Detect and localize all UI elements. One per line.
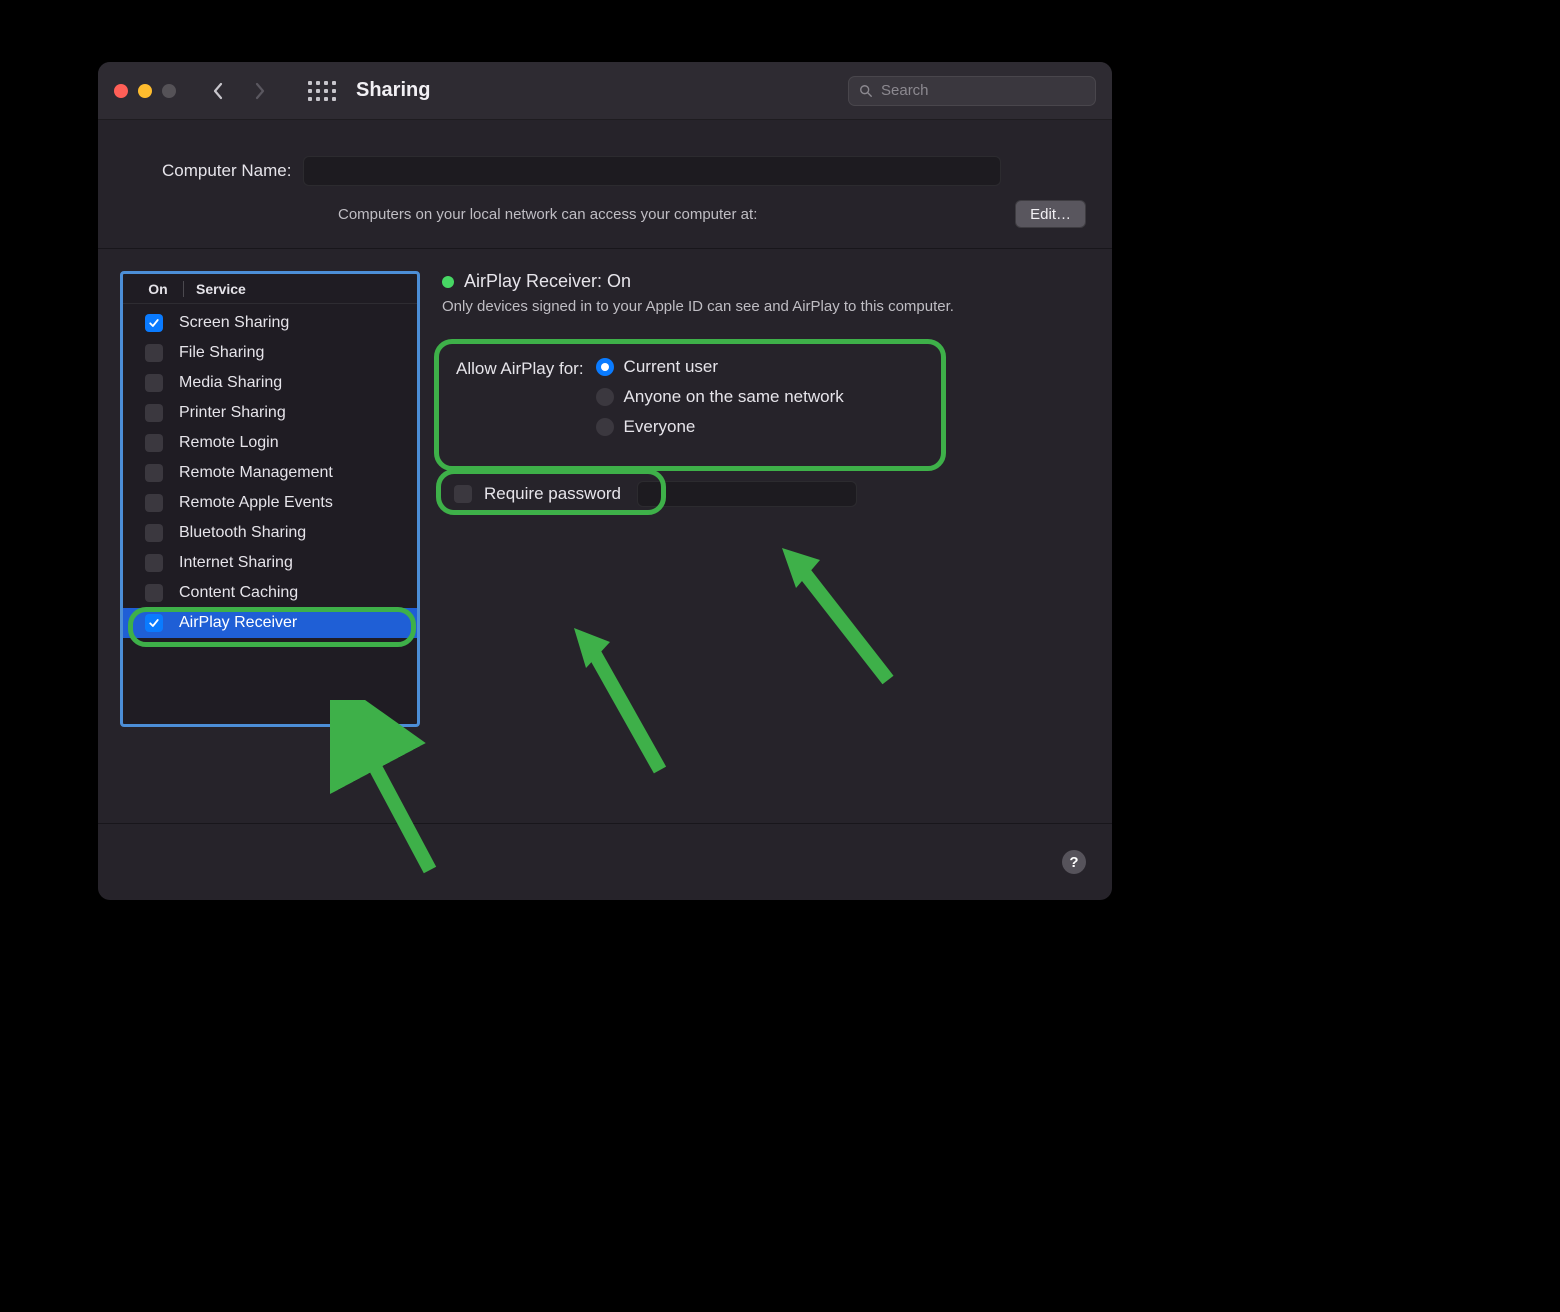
services-header: On Service xyxy=(123,274,417,304)
require-password-input[interactable] xyxy=(637,481,857,507)
service-label: Remote Management xyxy=(179,464,333,482)
footer: ? xyxy=(98,824,1112,900)
search-field[interactable] xyxy=(848,76,1096,106)
status-indicator-icon xyxy=(442,276,454,288)
status-description: Only devices signed in to your Apple ID … xyxy=(442,298,1090,315)
search-input[interactable] xyxy=(881,82,1085,99)
service-checkbox[interactable] xyxy=(145,404,163,422)
computer-name-label: Computer Name: xyxy=(162,161,291,181)
forward-button[interactable] xyxy=(246,77,274,105)
service-label: Printer Sharing xyxy=(179,404,286,422)
service-row[interactable]: Internet Sharing xyxy=(123,548,417,578)
service-checkbox[interactable] xyxy=(145,614,163,632)
main-content: On Service Screen Sharing File Sharing Med… xyxy=(98,249,1112,824)
service-label: File Sharing xyxy=(179,344,264,362)
column-divider xyxy=(183,281,184,297)
service-checkbox[interactable] xyxy=(145,344,163,362)
service-checkbox[interactable] xyxy=(145,554,163,572)
window-controls xyxy=(114,84,176,98)
service-label: Bluetooth Sharing xyxy=(179,524,306,542)
column-service: Service xyxy=(196,281,246,297)
service-row[interactable]: Remote Login xyxy=(123,428,417,458)
service-row[interactable]: AirPlay Receiver xyxy=(123,608,417,638)
service-checkbox[interactable] xyxy=(145,494,163,512)
service-row[interactable]: Content Caching xyxy=(123,578,417,608)
service-label: Media Sharing xyxy=(179,374,282,392)
service-label: Remote Login xyxy=(179,434,279,452)
show-all-button[interactable] xyxy=(308,77,336,105)
service-checkbox[interactable] xyxy=(145,314,163,332)
minimize-window-button[interactable] xyxy=(138,84,152,98)
service-row[interactable]: File Sharing xyxy=(123,338,417,368)
zoom-window-button[interactable] xyxy=(162,84,176,98)
computer-name-input[interactable] xyxy=(303,156,1001,186)
allow-option-label: Current user xyxy=(624,357,718,377)
allow-option-row[interactable]: Anyone on the same network xyxy=(596,387,844,407)
service-row[interactable]: Bluetooth Sharing xyxy=(123,518,417,548)
require-password-label: Require password xyxy=(484,484,621,504)
service-row[interactable]: Printer Sharing xyxy=(123,398,417,428)
services-list: Screen Sharing File Sharing Media Sharing P… xyxy=(123,304,417,724)
allow-option-row[interactable]: Current user xyxy=(596,357,844,377)
allow-option-radio[interactable] xyxy=(596,358,614,376)
allow-airplay-label: Allow AirPlay for: xyxy=(456,357,584,437)
grid-icon xyxy=(308,81,336,101)
service-row[interactable]: Screen Sharing xyxy=(123,308,417,338)
service-label: Internet Sharing xyxy=(179,554,293,572)
local-network-hint: Computers on your local network can acce… xyxy=(338,206,757,223)
toolbar: Sharing xyxy=(98,62,1112,120)
allow-option-label: Anyone on the same network xyxy=(624,387,844,407)
allow-airplay-group: Allow AirPlay for: Current user Anyone on… xyxy=(442,349,1090,445)
service-detail: AirPlay Receiver: On Only devices signed… xyxy=(442,271,1090,801)
service-label: Screen Sharing xyxy=(179,314,289,332)
service-checkbox[interactable] xyxy=(145,434,163,452)
service-row[interactable]: Remote Management xyxy=(123,458,417,488)
service-checkbox[interactable] xyxy=(145,374,163,392)
services-table[interactable]: On Service Screen Sharing File Sharing Med… xyxy=(120,271,420,727)
back-button[interactable] xyxy=(204,77,232,105)
page-title: Sharing xyxy=(356,79,430,102)
service-label: AirPlay Receiver xyxy=(179,614,297,632)
service-label: Remote Apple Events xyxy=(179,494,333,512)
allow-option-row[interactable]: Everyone xyxy=(596,417,844,437)
edit-hostname-button[interactable]: Edit… xyxy=(1015,200,1086,228)
service-row[interactable]: Remote Apple Events xyxy=(123,488,417,518)
service-checkbox[interactable] xyxy=(145,524,163,542)
column-on: On xyxy=(133,281,183,297)
service-checkbox[interactable] xyxy=(145,584,163,602)
status-title: AirPlay Receiver: On xyxy=(464,271,631,292)
service-row[interactable]: Media Sharing xyxy=(123,368,417,398)
search-icon xyxy=(859,84,873,98)
allow-option-radio[interactable] xyxy=(596,388,614,406)
service-checkbox[interactable] xyxy=(145,464,163,482)
help-button[interactable]: ? xyxy=(1062,850,1086,874)
allow-option-radio[interactable] xyxy=(596,418,614,436)
close-window-button[interactable] xyxy=(114,84,128,98)
require-password-checkbox[interactable] xyxy=(454,485,472,503)
sharing-prefpane-window: Sharing Computer Name: Computers on your… xyxy=(98,62,1112,900)
computer-name-section: Computer Name: Computers on your local n… xyxy=(98,120,1112,249)
allow-option-label: Everyone xyxy=(624,417,696,437)
service-label: Content Caching xyxy=(179,584,298,602)
